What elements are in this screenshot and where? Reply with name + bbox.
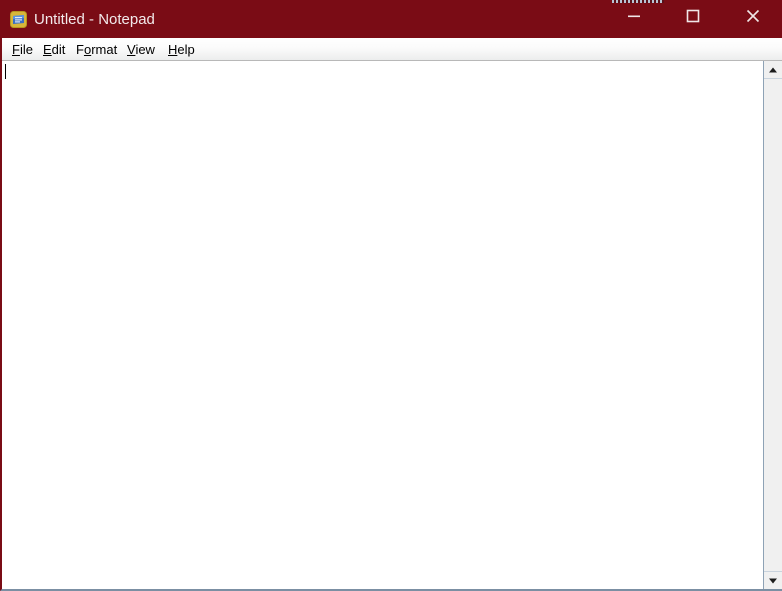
minimize-button[interactable] [611, 0, 657, 32]
title-bar[interactable]: Untitled - Notepad [2, 0, 782, 38]
menu-help-accesskey: H [168, 42, 178, 57]
text-editor-area[interactable] [2, 61, 762, 589]
notepad-app-icon [10, 11, 27, 28]
scroll-down-button[interactable] [764, 571, 782, 589]
close-button[interactable] [730, 0, 776, 32]
vertical-scrollbar[interactable] [763, 61, 782, 589]
menu-bar: File Edit Format View Help [2, 38, 782, 61]
menu-file-rest: ile [19, 42, 33, 57]
menu-item-help[interactable]: Help [162, 40, 201, 59]
maximize-icon [670, 0, 716, 32]
menu-edit-rest: dit [51, 42, 66, 57]
menu-item-file[interactable]: File [6, 40, 39, 59]
menu-format-rest: rmat [91, 42, 118, 57]
minimize-icon [611, 0, 657, 32]
close-icon [730, 0, 776, 32]
text-caret [5, 64, 6, 79]
notepad-window: Untitled - Notepad File Edit Format View… [0, 0, 782, 591]
menu-item-format[interactable]: Format [70, 40, 123, 59]
window-title: Untitled - Notepad [34, 11, 155, 28]
maximize-button[interactable] [670, 0, 716, 32]
menu-view-rest: iew [135, 42, 155, 57]
menu-item-view[interactable]: View [121, 40, 161, 59]
menu-help-rest: elp [177, 42, 195, 57]
scroll-up-arrow-icon [768, 61, 778, 79]
menu-edit-accesskey: E [43, 42, 52, 57]
scrollbar-track[interactable] [764, 79, 782, 571]
menu-item-edit[interactable]: Edit [37, 40, 71, 59]
menu-format-pre: F [76, 42, 84, 57]
scroll-down-arrow-icon [768, 572, 778, 590]
menu-file-accesskey: F [12, 42, 20, 57]
scroll-up-button[interactable] [764, 61, 782, 79]
